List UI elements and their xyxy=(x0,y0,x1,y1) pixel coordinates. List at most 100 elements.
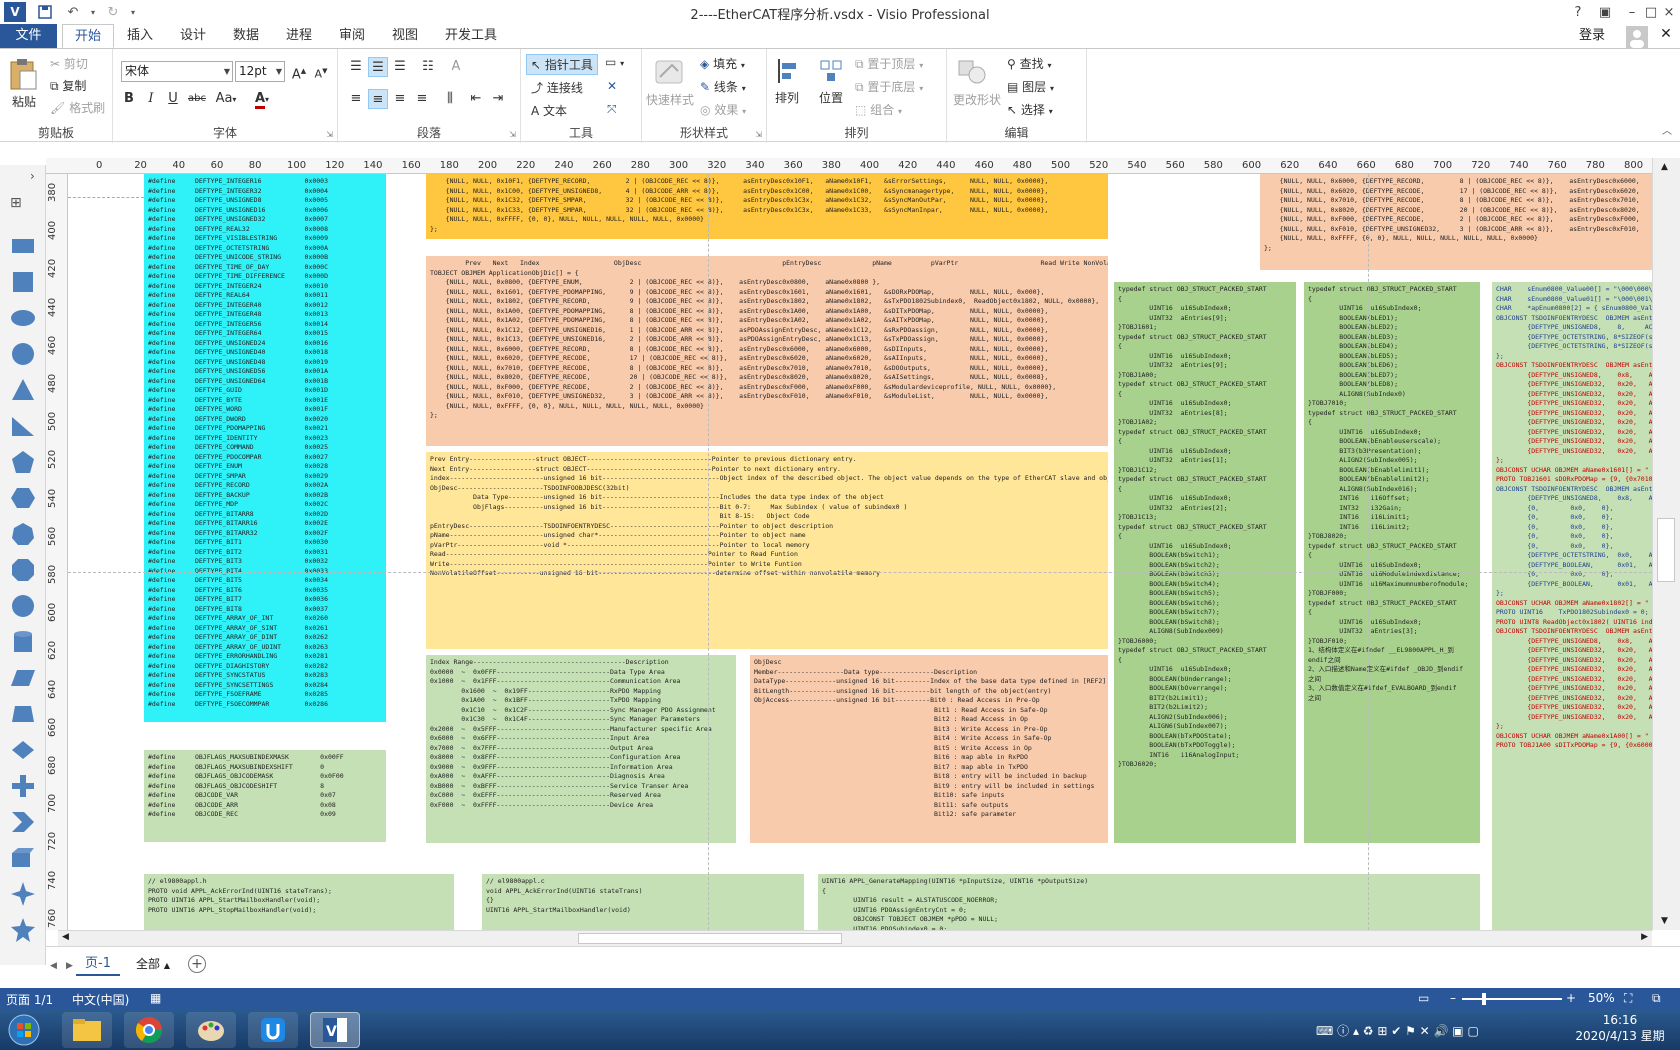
heptagon-shape-icon[interactable] xyxy=(10,521,36,547)
justify-icon[interactable]: ≡ xyxy=(412,89,432,109)
parallelogram-shape-icon[interactable] xyxy=(10,665,36,691)
cut-button[interactable]: ✂ 剪切 xyxy=(50,55,88,72)
ellipse-shape-icon[interactable] xyxy=(10,305,36,331)
align-middle-icon[interactable]: ☰ xyxy=(368,57,388,77)
switch-windows-icon[interactable]: ⧉ xyxy=(1652,991,1661,1006)
avatar[interactable] xyxy=(1626,26,1648,48)
copy-button[interactable]: ⧉ 复制 xyxy=(50,77,86,94)
rectangle-shape-icon[interactable] xyxy=(10,233,36,259)
connection-point-icon[interactable]: ⤧ xyxy=(607,102,617,117)
tab-design[interactable]: 设计 xyxy=(173,24,213,48)
select-button[interactable]: ↖ 选择 ▾ xyxy=(1007,101,1053,118)
tab-data[interactable]: 数据 xyxy=(226,24,266,48)
align-top-icon[interactable]: ☰ xyxy=(346,57,366,77)
align-shapes-icon[interactable] xyxy=(775,57,803,85)
struct-defs-block-1[interactable]: typedef struct OBJ_STRUCT_PACKED_START{ … xyxy=(1114,282,1296,843)
generate-mapping-block[interactable]: UINT16 APPL_GenerateMapping(UINT16 *pInp… xyxy=(818,874,1480,930)
font-size-select[interactable]: 12pt ▼ xyxy=(235,61,285,82)
triangle-shape-icon[interactable] xyxy=(10,377,36,403)
ribbon-display-icon[interactable]: ▣ xyxy=(1592,2,1618,22)
paste-icon[interactable] xyxy=(8,57,42,93)
zoom-slider[interactable] xyxy=(1462,998,1562,1000)
tray-icons[interactable]: ⌨ ⓘ ▴ ♻ ⊞ ✔ ⚑ ✕ 🔊 ▣ ▢ xyxy=(1316,1022,1479,1039)
index-range-block[interactable]: Index Range-----------------------------… xyxy=(426,655,736,843)
text-tool-button[interactable]: A 文本 xyxy=(531,102,567,119)
zoom-level[interactable]: 50% xyxy=(1588,991,1615,1005)
close-document-icon[interactable]: ✕ xyxy=(1656,26,1676,46)
can-shape-icon[interactable] xyxy=(10,629,36,655)
zoom-in-icon[interactable]: + xyxy=(1566,991,1576,1005)
bring-to-front-button[interactable]: ⧉ 置于顶层 ▾ xyxy=(855,55,923,72)
align-left-icon[interactable]: ≡ xyxy=(346,89,366,109)
align-button[interactable]: 排列 xyxy=(775,89,799,106)
vertical-text-icon[interactable]: ⫼ xyxy=(440,89,460,109)
fit-page-icon[interactable]: ⛶ xyxy=(1624,991,1632,1006)
align-bottom-icon[interactable]: ☰ xyxy=(390,57,410,77)
close-x-icon[interactable]: ✕ xyxy=(607,79,617,93)
tab-insert[interactable]: 插入 xyxy=(120,24,160,48)
find-button[interactable]: ⚲ 查找 ▾ xyxy=(1007,55,1051,72)
expand-pane-icon[interactable]: › xyxy=(30,169,35,183)
zoom-slider-thumb[interactable] xyxy=(1482,993,1486,1005)
italic-button[interactable]: I xyxy=(141,89,161,109)
file-explorer-icon[interactable] xyxy=(62,1012,112,1048)
vertical-scroll-thumb[interactable] xyxy=(1657,518,1675,582)
scroll-up-icon[interactable]: ▲ xyxy=(1661,162,1668,172)
pointer-tool-button[interactable]: ↖ 指针工具 xyxy=(526,54,598,75)
tab-file[interactable]: 文件 xyxy=(0,24,57,48)
change-shape-icon[interactable] xyxy=(957,57,987,87)
objflags-defines-block[interactable]: #define OBJFLAGS_MAXSUBINDEXMASK 0x00FF #… xyxy=(144,750,386,842)
page-tab-1[interactable]: 页-1 xyxy=(76,952,120,976)
tab-process[interactable]: 进程 xyxy=(279,24,319,48)
struct-defs-block-2[interactable]: typedef struct OBJ_STRUCT_PACKED_START{ … xyxy=(1304,282,1480,843)
change-shape-label[interactable]: 更改形状 xyxy=(953,91,1001,108)
help-button[interactable]: ? xyxy=(1565,2,1591,22)
line-button[interactable]: ✎ 线条 ▾ xyxy=(700,78,746,95)
drawing-canvas[interactable]: #define DEFTYPE_INTEGER16 0x0003 #define … xyxy=(68,174,1652,930)
appl-source-block[interactable]: // el9800appl.c void APPL_AckErrorInd(UIN… xyxy=(482,874,804,930)
application-objdic-block[interactable]: Prev Next Index ObjDesc pEntryDesc pName… xyxy=(426,256,1108,446)
prev-page-icon[interactable]: ◀ xyxy=(50,961,57,971)
effects-button[interactable]: ◎ 效果 ▾ xyxy=(700,101,746,118)
pentagon-shape-icon[interactable] xyxy=(10,449,36,475)
star-5-shape-icon[interactable] xyxy=(10,917,36,943)
rectangle-tool-icon[interactable]: ▭ ▾ xyxy=(605,55,624,69)
bullets-icon[interactable]: ☷ xyxy=(418,57,438,77)
close-button[interactable]: × xyxy=(1656,2,1680,22)
login-link[interactable]: 登录 xyxy=(1579,24,1605,48)
appl-header-block[interactable]: // el9800appl.h PROTO void APPL_AckErrorI… xyxy=(144,874,454,930)
layers-button[interactable]: ▤ 图层 ▾ xyxy=(1007,78,1054,95)
page-indicator[interactable]: 页面 1/1 xyxy=(6,991,53,1008)
bold-button[interactable]: B xyxy=(119,89,139,109)
objdic-copy-block[interactable]: {NULL, NULL, 0x6000, {DEFTYPE_RECORD, 8 … xyxy=(1260,174,1652,270)
star-4-shape-icon[interactable] xyxy=(10,881,36,907)
decrease-indent-icon[interactable]: ⇤ xyxy=(466,89,486,109)
chrome-icon[interactable] xyxy=(124,1012,174,1048)
deftype-defines-block[interactable]: #define DEFTYPE_INTEGER16 0x0003 #define … xyxy=(144,174,386,722)
zoom-out-icon[interactable]: – xyxy=(1450,991,1456,1005)
underline-button[interactable]: U xyxy=(163,89,183,109)
font-family-select[interactable]: 宋体 ▼ xyxy=(121,61,233,82)
fit-width-icon[interactable]: ▭ xyxy=(1418,991,1429,1005)
tab-review[interactable]: 审阅 xyxy=(332,24,372,48)
circle-shape-icon[interactable] xyxy=(10,341,36,367)
tab-home[interactable]: 开始 xyxy=(62,24,114,48)
decagon-shape-icon[interactable] xyxy=(10,593,36,619)
quick-styles-icon[interactable] xyxy=(652,57,688,87)
text-direction-icon[interactable]: A xyxy=(446,57,466,77)
square-shape-icon[interactable] xyxy=(10,269,36,295)
align-center-icon[interactable]: ≡ xyxy=(368,89,388,109)
format-painter-button[interactable]: 🖌 格式刷 xyxy=(50,99,105,116)
scroll-right-icon[interactable]: ▶ xyxy=(1641,932,1648,942)
add-page-icon[interactable]: + xyxy=(188,955,206,973)
visio-taskbar-icon[interactable]: V xyxy=(310,1012,360,1048)
scroll-left-icon[interactable]: ◀ xyxy=(62,932,69,942)
chevron-shape-icon[interactable] xyxy=(10,809,36,835)
shrink-font-button[interactable]: A▼ xyxy=(311,61,331,81)
scroll-down-icon[interactable]: ▼ xyxy=(1661,916,1668,926)
horizontal-scroll-thumb[interactable] xyxy=(578,933,842,944)
position-icon[interactable] xyxy=(819,57,847,85)
connector-button[interactable]: ⤴ 连接线 xyxy=(531,79,583,96)
vertical-scrollbar[interactable]: ▲ ▼ xyxy=(1652,158,1680,930)
paste-button[interactable]: 粘贴 xyxy=(12,93,36,110)
